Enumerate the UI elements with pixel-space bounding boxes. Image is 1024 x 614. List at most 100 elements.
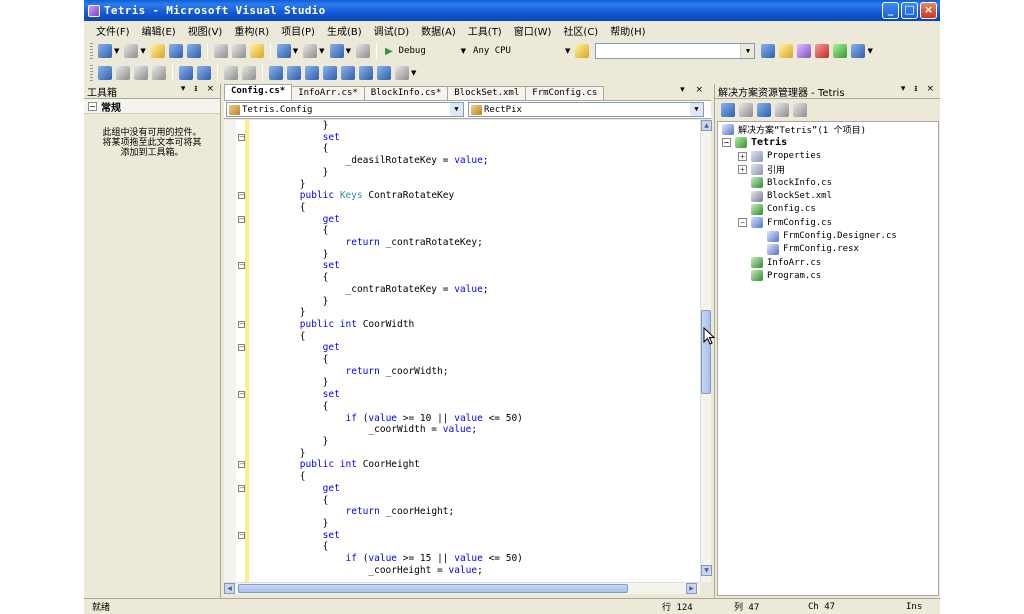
collapse-icon[interactable]: − xyxy=(88,101,97,111)
tree-node[interactable]: InfoArr.cs xyxy=(718,256,938,269)
code-line[interactable]: } xyxy=(254,377,523,389)
horizontal-scrollbar[interactable]: ◀ ▶ xyxy=(224,582,700,594)
chevron-down-icon[interactable]: ▼ xyxy=(565,47,570,55)
tab-config-cs[interactable]: Config.cs* xyxy=(224,84,293,100)
collapse-icon[interactable]: − xyxy=(238,133,245,141)
code-line[interactable]: set xyxy=(254,530,523,542)
tab-infoarr-cs[interactable]: InfoArr.cs* xyxy=(291,86,365,100)
code-line[interactable]: { xyxy=(254,495,523,507)
next-bookmark-folder-icon[interactable] xyxy=(341,66,355,80)
menu-project[interactable]: 项目(P) xyxy=(275,23,321,38)
chevron-down-icon[interactable]: ▼ xyxy=(293,47,298,55)
collapse-icon[interactable]: − xyxy=(238,320,245,328)
clear-bookmarks-icon[interactable] xyxy=(377,66,391,80)
tree-node[interactable]: − FrmConfig.cs xyxy=(718,216,938,229)
save-all-icon[interactable] xyxy=(186,44,201,58)
chevron-down-icon[interactable]: ▼ xyxy=(450,103,463,116)
properties-icon[interactable] xyxy=(797,44,812,58)
tree-node[interactable]: BlockSet.xml xyxy=(718,189,938,202)
code-line[interactable]: get xyxy=(254,214,523,226)
menu-data[interactable]: 数据(A) xyxy=(415,23,462,38)
tab-blockset-xml[interactable]: BlockSet.xml xyxy=(447,86,527,100)
tree-node[interactable]: FrmConfig.resx xyxy=(718,243,938,256)
code-line[interactable]: { xyxy=(254,541,523,553)
tree-node[interactable]: Config.cs xyxy=(718,203,938,216)
decrease-indent-icon[interactable] xyxy=(179,66,193,80)
vertical-scrollbar[interactable]: ▲ ▼ xyxy=(700,120,712,582)
chevron-down-icon[interactable]: ▼ xyxy=(461,47,466,55)
menu-tools[interactable]: 工具(T) xyxy=(462,23,508,38)
class-dropdown[interactable]: Tetris.Config ▼ xyxy=(226,102,464,117)
align-lefts-icon[interactable] xyxy=(116,66,130,80)
chevron-down-icon[interactable]: ▼ xyxy=(867,47,872,55)
add-item-icon[interactable] xyxy=(124,44,139,58)
tree-node[interactable]: BlockInfo.cs xyxy=(718,176,938,189)
outlining-margin[interactable]: − − − − − − − − − − xyxy=(238,120,248,582)
code-line[interactable]: } xyxy=(254,167,523,179)
code-line[interactable]: get xyxy=(254,483,523,495)
chevron-down-icon[interactable]: ▼ xyxy=(690,103,703,116)
undo-icon[interactable] xyxy=(276,44,291,58)
menu-view[interactable]: 视图(V) xyxy=(182,23,229,38)
scroll-up-icon[interactable]: ▲ xyxy=(701,120,712,131)
cut-icon[interactable] xyxy=(213,44,228,58)
chevron-down-icon[interactable]: ▼ xyxy=(114,47,119,55)
align-centers-icon[interactable] xyxy=(134,66,148,80)
toolbar-grip[interactable] xyxy=(90,43,93,59)
font-size-icon[interactable] xyxy=(152,66,166,80)
tab-frmconfig-cs[interactable]: FrmConfig.cs xyxy=(525,86,605,100)
code-line[interactable]: _deasilRotateKey = value; xyxy=(254,155,523,167)
code-line[interactable]: { xyxy=(254,143,523,155)
code-line[interactable]: _contraRotateKey = value; xyxy=(254,284,523,296)
collapse-icon[interactable]: − xyxy=(722,138,731,148)
solution-explorer-icon[interactable] xyxy=(779,44,794,58)
tree-node[interactable]: + 引用 xyxy=(718,163,938,176)
uncomment-icon[interactable] xyxy=(242,66,256,80)
tree-node[interactable]: 解决方案“Tetris”(1 个项目) xyxy=(718,123,938,136)
object-browser-icon[interactable] xyxy=(833,44,848,58)
start-debugging-icon[interactable]: ▶ xyxy=(385,46,393,57)
bookmark-document-icon[interactable] xyxy=(359,66,373,80)
previous-bookmark-icon[interactable] xyxy=(287,66,301,80)
redo-icon[interactable] xyxy=(303,44,318,58)
collapse-icon[interactable]: − xyxy=(238,531,245,539)
menu-file[interactable]: 文件(F) xyxy=(90,23,136,38)
code-line[interactable]: } xyxy=(254,296,523,308)
align-to-grid-icon[interactable] xyxy=(98,66,112,80)
navigate-icon[interactable] xyxy=(329,44,344,58)
code-line[interactable]: } xyxy=(254,307,523,319)
tab-blockinfo-cs[interactable]: BlockInfo.cs* xyxy=(363,86,449,100)
close-button[interactable]: × xyxy=(920,2,937,19)
menu-build[interactable]: 生成(B) xyxy=(321,23,368,38)
horizontal-scroll-thumb[interactable] xyxy=(238,584,628,593)
chevron-down-icon[interactable]: ▼ xyxy=(319,47,324,55)
find-combo[interactable]: ▼ xyxy=(595,43,756,59)
solution-platform-select[interactable]: Any CPU xyxy=(469,43,565,59)
code-line[interactable]: if (value >= 15 || value <= 50) xyxy=(254,553,523,565)
code-line[interactable]: public Keys ContraRotateKey xyxy=(254,190,523,202)
bookmark-icon[interactable] xyxy=(269,66,283,80)
open-file-icon[interactable] xyxy=(150,44,165,58)
show-all-files-icon[interactable] xyxy=(739,103,753,117)
scroll-right-icon[interactable]: ▶ xyxy=(686,583,697,594)
expand-icon[interactable]: + xyxy=(738,151,747,161)
tree-node[interactable]: + Properties xyxy=(718,150,938,163)
scroll-left-icon[interactable]: ◀ xyxy=(224,583,235,594)
code-line[interactable]: } xyxy=(254,448,523,460)
tree-node[interactable]: − Tetris xyxy=(718,136,938,149)
expand-icon[interactable]: + xyxy=(738,165,747,175)
toolbox-window-controls[interactable]: ▾ ᵻ × xyxy=(181,84,217,94)
menu-community[interactable]: 社区(C) xyxy=(557,23,604,38)
toolbox-icon[interactable] xyxy=(815,44,830,58)
chevron-down-icon[interactable]: ▼ xyxy=(140,47,145,55)
collapse-icon[interactable]: − xyxy=(238,461,245,469)
save-icon[interactable] xyxy=(168,44,183,58)
code-line[interactable]: } xyxy=(254,436,523,448)
view-code-icon[interactable] xyxy=(775,103,789,117)
code-line[interactable]: { xyxy=(254,202,523,214)
code-line[interactable]: { xyxy=(254,331,523,343)
member-dropdown[interactable]: RectPix ▼ xyxy=(468,102,704,117)
increase-indent-icon[interactable] xyxy=(197,66,211,80)
refresh-icon[interactable] xyxy=(757,103,771,117)
solution-explorer-window-controls[interactable]: ▾ ᵻ × xyxy=(901,84,937,94)
